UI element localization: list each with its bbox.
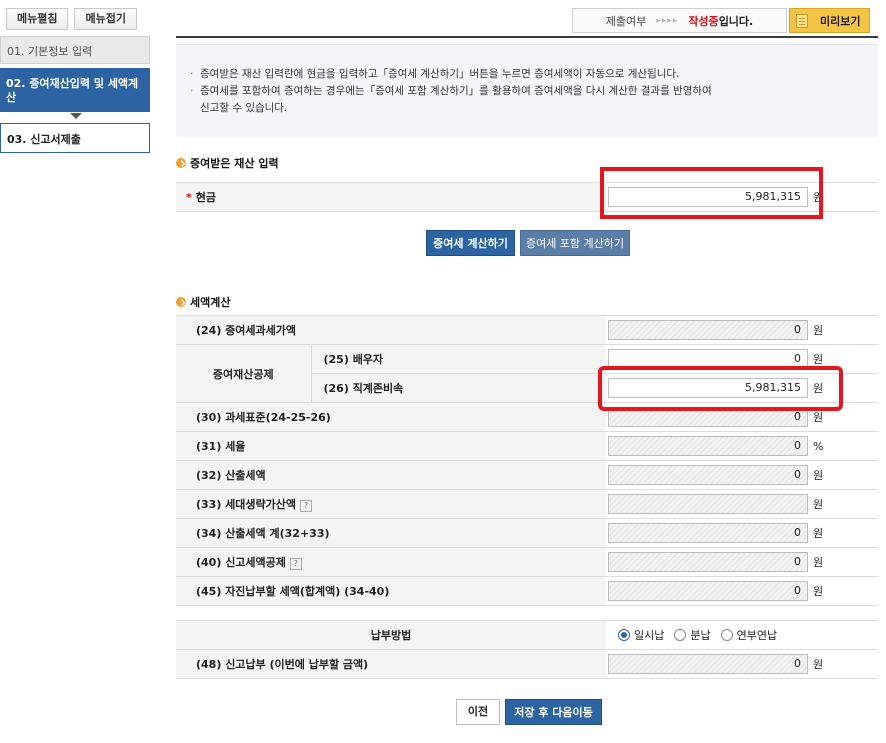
radio-installment[interactable] <box>674 629 687 641</box>
table-row: (24) 증여세과세가액 0원 <box>176 315 878 345</box>
document-icon <box>796 13 808 28</box>
row-label: (40) 신고세액공제 <box>196 556 286 569</box>
payment-method-cell: 일시납 분납 연부연납 <box>606 620 878 650</box>
radio-label: 연부연납 <box>736 629 778 642</box>
row-label: (45) 자진납부할 세액(합계액) (34-40) <box>176 576 606 606</box>
tax-section-title-text: 세액계산 <box>190 296 231 309</box>
status-value-suffix: 입니다. <box>718 14 754 28</box>
tax-section-title: 세액계산 <box>176 294 230 310</box>
unit-label: 원 <box>813 498 824 511</box>
chevron-down-icon <box>70 113 82 119</box>
help-icon[interactable]: ? <box>289 558 302 570</box>
preview-label: 미리보기 <box>820 14 861 28</box>
row-label: (31) 세율 <box>176 431 606 461</box>
table-row: (45) 자진납부할 세액(합계액) (34-40) 0원 <box>176 576 878 606</box>
table-row: 납부방법 일시납 분납 연부연납 <box>176 620 878 650</box>
unit-label: 원 <box>813 585 824 598</box>
check-circle-icon <box>176 297 186 307</box>
cash-label-cell: * 현금 <box>176 182 606 212</box>
sidebar-item-basic-info[interactable]: 01. 기본정보 입력 <box>0 36 150 64</box>
highlight-box-lineal <box>598 366 843 411</box>
row-label: (24) 증여세과세가액 <box>176 315 606 345</box>
row-label-with-help: (40) 신고세액공제? <box>176 547 606 577</box>
sidebar: 메뉴펼침 메뉴접기 01. 기본정보 입력 02. 증여재산입력 및 세액계산 … <box>0 0 150 153</box>
gift-section-title-text: 증여받은 재산 입력 <box>190 157 279 170</box>
row-label: (32) 산출세액 <box>176 460 606 490</box>
row-label: (30) 과세표준(24-25-26) <box>176 402 606 432</box>
value-cell: 0% <box>606 431 878 461</box>
status-value-highlight: 작성중 <box>688 14 719 28</box>
r24-input: 0 <box>608 320 808 340</box>
info-line-3: 신고할 수 있습니다. <box>200 102 288 114</box>
r40-input: 0 <box>608 552 808 572</box>
table-row: (40) 신고세액공제? 0원 <box>176 547 878 577</box>
menu-expand-button[interactable]: 메뉴펼침 <box>6 8 69 30</box>
r48-input: 0 <box>608 654 808 674</box>
row-label: (26) 직계존비속 <box>310 373 606 403</box>
row-label-with-help: (33) 세대생략가산액? <box>176 489 606 519</box>
radio-annual-installment[interactable] <box>720 629 733 641</box>
radio-lump-sum[interactable] <box>618 629 630 641</box>
r31-input: 0 <box>608 436 808 456</box>
menu-collapse-button[interactable]: 메뉴접기 <box>74 8 137 30</box>
top-bar: 제출여부 ▸▸▸▸ 작성중입니다. 미리보기 <box>176 7 878 38</box>
calc-incl-tax-button[interactable]: 증여세 포함 계산하기 <box>520 230 630 256</box>
payment-method-radio-group: 일시납 분납 연부연납 <box>608 627 878 643</box>
table-row: (32) 산출세액 0원 <box>176 460 878 490</box>
save-next-button[interactable]: 저장 후 다음이동 <box>505 699 602 725</box>
unit-label: 원 <box>813 527 824 540</box>
highlight-box-cash <box>600 167 823 219</box>
info-line-2: 증여세를 포함하여 증여하는 경우에는「증여세 포함 계산하기」를 활용하여 증… <box>190 83 878 100</box>
status-label: 제출여부 <box>605 14 647 28</box>
check-circle-icon <box>176 158 186 168</box>
status-value: 작성중입니다. <box>688 13 753 29</box>
r45-input: 0 <box>608 581 808 601</box>
unit-label: 원 <box>813 353 824 366</box>
value-cell: 0원 <box>606 460 878 490</box>
tax-table: (24) 증여세과세가액 0원 증여재산공제 (25) 배우자 0원 (26) … <box>176 315 878 606</box>
value-cell: 0원 <box>606 576 878 606</box>
unit-label: % <box>813 439 824 453</box>
row-label: (34) 산출세액 계(32+33) <box>176 518 606 548</box>
prev-button[interactable]: 이전 <box>456 699 500 725</box>
payment-method-label: 납부방법 <box>176 620 606 650</box>
value-cell: 0원 <box>606 315 878 345</box>
sidebar-item-submit[interactable]: 03. 신고서제출 <box>0 123 150 153</box>
calc-gift-tax-button[interactable]: 증여세 계산하기 <box>426 230 515 256</box>
table-row: (33) 세대생략가산액? 원 <box>176 489 878 519</box>
unit-label: 원 <box>813 411 824 424</box>
row-label: (48) 신고납부 (이번에 납부할 금액) <box>176 649 606 679</box>
help-icon[interactable]: ? <box>300 500 313 512</box>
menu-toggle-group: 메뉴펼침 메뉴접기 <box>0 0 150 30</box>
unit-label: 원 <box>813 556 824 569</box>
row-label: (25) 배우자 <box>310 344 606 374</box>
value-cell: 원 <box>606 489 878 519</box>
unit-label: 원 <box>813 658 824 671</box>
info-box: 증여받은 재산 입력란에 현금을 입력하고「증여세 계산하기」버튼을 누르면 증… <box>176 44 878 137</box>
cash-label: 현금 <box>195 191 217 204</box>
r34-input: 0 <box>608 523 808 543</box>
table-row: (48) 신고납부 (이번에 납부할 금액) 0원 <box>176 649 878 679</box>
preview-button[interactable]: 미리보기 <box>789 8 870 33</box>
value-cell: 0원 <box>606 518 878 548</box>
radio-label: 분납 <box>690 629 711 642</box>
r32-input: 0 <box>608 465 808 485</box>
info-line-1: 증여받은 재산 입력란에 현금을 입력하고「증여세 계산하기」버튼을 누르면 증… <box>190 66 878 83</box>
table-row: (31) 세율 0% <box>176 431 878 461</box>
sidebar-item-gift-calc[interactable]: 02. 증여재산입력 및 세액계산 <box>0 68 150 112</box>
unit-label: 원 <box>813 324 824 337</box>
value-cell: 0원 <box>606 649 878 679</box>
required-mark: * <box>186 191 192 204</box>
unit-label: 원 <box>813 469 824 482</box>
r33-input <box>608 494 808 514</box>
value-cell: 0원 <box>606 547 878 577</box>
table-row: (34) 산출세액 계(32+33) 0원 <box>176 518 878 548</box>
status-arrows-icon: ▸▸▸▸ <box>656 15 679 26</box>
row-label: (33) 세대생략가산액 <box>196 498 297 511</box>
gift-section-title: 증여받은 재산 입력 <box>176 155 279 171</box>
radio-label: 일시납 <box>634 629 665 642</box>
deduction-group-label: 증여재산공제 <box>176 344 311 403</box>
submission-status: 제출여부 ▸▸▸▸ 작성중입니다. <box>572 8 787 33</box>
payment-table: 납부방법 일시납 분납 연부연납 (48) 신고납부 (이번에 납부할 금액) … <box>176 620 878 679</box>
